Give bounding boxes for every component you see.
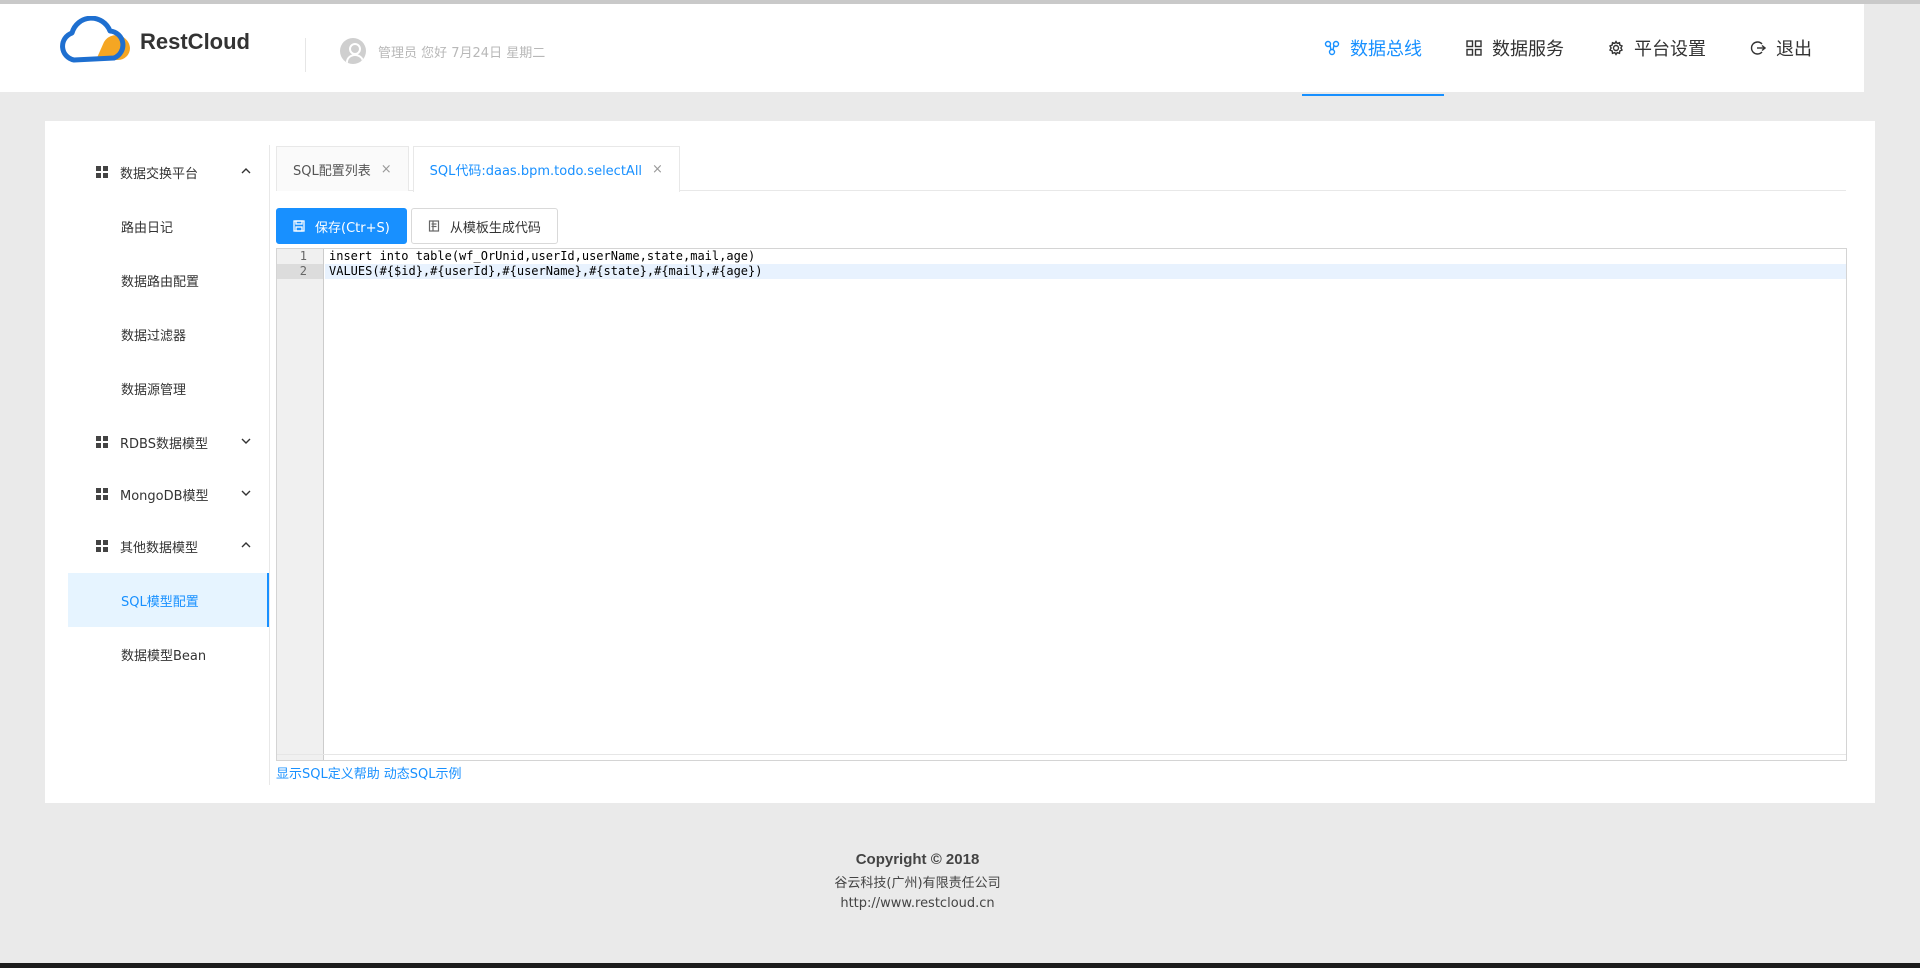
window-bottom-border <box>0 963 1920 968</box>
chevron-up-icon <box>241 168 251 174</box>
horizontal-scrollbar[interactable] <box>277 754 1846 760</box>
sidebar-group-rdbs-model[interactable]: RDBS数据模型 <box>68 415 269 469</box>
sidebar-group-label: 其他数据模型 <box>120 540 199 556</box>
company-url[interactable]: http://www.restcloud.cn <box>0 896 1835 911</box>
help-links: 显示SQL定义帮助 动态SQL示例 <box>276 763 465 782</box>
appstore-icon <box>96 166 108 178</box>
chevron-up-icon <box>241 542 251 548</box>
user-info: 管理员 您好 7月24日 星期二 <box>340 38 545 64</box>
footer: Copyright © 2018 谷云科技(广州)有限责任公司 http://w… <box>0 851 1835 911</box>
nav-label: 平台设置 <box>1634 39 1706 60</box>
sidebar-item-sql-model-config[interactable]: SQL模型配置 <box>68 573 269 627</box>
tab-bar: SQL配置列表 × SQL代码:daas.bpm.todo.selectAll … <box>276 146 1846 192</box>
tab-sql-code[interactable]: SQL代码:daas.bpm.todo.selectAll × <box>412 146 680 192</box>
tab-label: SQL代码:daas.bpm.todo.selectAll <box>429 164 643 179</box>
cluster-icon <box>1324 40 1340 56</box>
line-number-gutter: 1 2 <box>277 249 324 760</box>
appstore-icon <box>96 436 108 448</box>
sidebar-group-label: 数据交换平台 <box>120 166 199 182</box>
sidebar-group-label: RDBS数据模型 <box>120 436 208 452</box>
chevron-down-icon <box>241 490 251 496</box>
sidebar-item-data-filter[interactable]: 数据过滤器 <box>68 307 269 361</box>
appstore-icon <box>1466 40 1482 56</box>
user-greeting: 管理员 您好 7月24日 星期二 <box>378 45 546 61</box>
sidebar-item-datasource[interactable]: 数据源管理 <box>68 361 269 415</box>
nav-item-data-service[interactable]: 数据服务 <box>1444 4 1586 92</box>
file-icon <box>428 220 440 232</box>
sidebar-item-data-model-bean[interactable]: 数据模型Bean <box>68 627 269 681</box>
logo-text: RestCloud <box>140 29 250 54</box>
top-header: RestCloud 管理员 您好 7月24日 星期二 数据总线 数据服务 平台设… <box>0 4 1864 96</box>
sql-help-link[interactable]: 显示SQL定义帮助 <box>276 767 380 782</box>
sidebar-group-other-model[interactable]: 其他数据模型 <box>68 519 269 573</box>
close-icon[interactable]: × <box>652 162 663 177</box>
template-button-label: 从模板生成代码 <box>449 220 541 236</box>
tab-sql-config-list[interactable]: SQL配置列表 × <box>276 146 409 191</box>
sidebar-group-mongodb-model[interactable]: MongoDB模型 <box>68 469 269 519</box>
copyright-text: Copyright © 2018 <box>855 851 980 868</box>
save-button[interactable]: 保存(Ctr+S) <box>276 208 407 244</box>
appstore-icon <box>96 540 108 552</box>
nav-label: 退出 <box>1776 39 1812 60</box>
logout-icon <box>1750 40 1766 56</box>
code-line[interactable]: VALUES(#{$id},#{userId},#{userName},#{st… <box>325 264 1846 279</box>
sidebar-item-route-log[interactable]: 路由日记 <box>68 199 269 253</box>
sql-code-editor[interactable]: 1 2 insert into table(wf_OrUnid,userId,u… <box>276 248 1847 761</box>
appstore-icon <box>96 488 108 500</box>
code-line[interactable]: insert into table(wf_OrUnid,userId,userN… <box>325 249 1846 264</box>
sidebar: 数据交换平台 路由日记 数据路由配置 数据过滤器 数据源管理 RDBS数据模型 … <box>68 145 270 785</box>
code-area[interactable]: insert into table(wf_OrUnid,userId,userN… <box>325 249 1846 279</box>
nav-item-logout[interactable]: 退出 <box>1728 4 1834 92</box>
nav-item-data-bus[interactable]: 数据总线 <box>1302 4 1444 96</box>
avatar[interactable] <box>340 38 366 64</box>
line-number: 1 <box>299 249 307 263</box>
content-panel: 数据交换平台 路由日记 数据路由配置 数据过滤器 数据源管理 RDBS数据模型 … <box>45 121 1875 803</box>
sidebar-group-data-exchange[interactable]: 数据交换平台 <box>68 145 269 199</box>
nav-label: 数据总线 <box>1350 39 1422 60</box>
generate-from-template-button[interactable]: 从模板生成代码 <box>410 208 558 244</box>
toolbar: 保存(Ctr+S) 从模板生成代码 <box>276 208 562 244</box>
logo[interactable]: RestCloud <box>56 16 250 68</box>
save-button-label: 保存(Ctr+S) <box>315 220 390 236</box>
save-icon <box>293 220 305 232</box>
chevron-down-icon <box>241 438 251 444</box>
main-nav: 数据总线 数据服务 平台设置 退出 <box>1302 4 1834 96</box>
sidebar-group-label: MongoDB模型 <box>120 488 209 504</box>
nav-item-platform-settings[interactable]: 平台设置 <box>1586 4 1728 92</box>
dynamic-sql-example-link[interactable]: 动态SQL示例 <box>384 767 462 782</box>
close-icon[interactable]: × <box>381 162 392 177</box>
tab-label: SQL配置列表 <box>293 163 371 179</box>
company-name: 谷云科技(广州)有限责任公司 <box>834 876 1001 891</box>
header-divider <box>305 38 306 72</box>
cloud-logo-icon <box>60 16 130 63</box>
gear-icon <box>1608 40 1624 56</box>
nav-label: 数据服务 <box>1492 39 1564 60</box>
line-number: 2 <box>277 264 323 279</box>
sidebar-item-route-config[interactable]: 数据路由配置 <box>68 253 269 307</box>
